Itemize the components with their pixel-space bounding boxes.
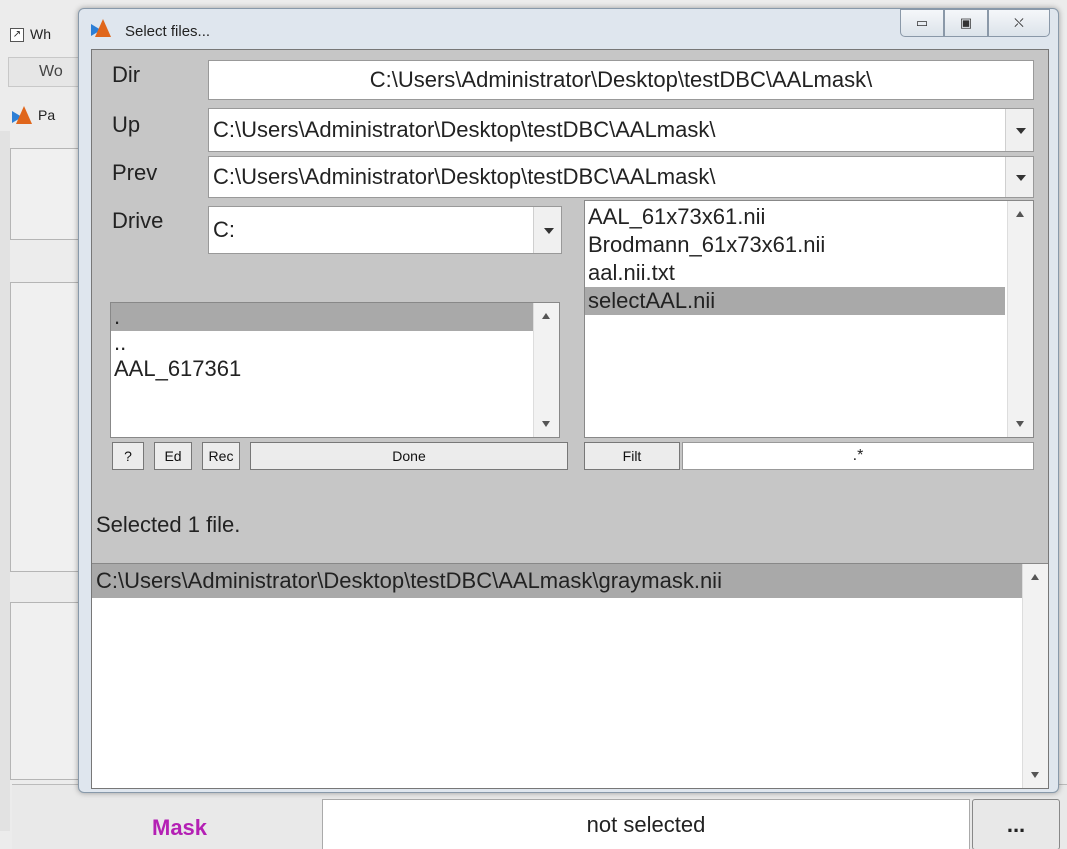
chevron-down-icon[interactable] — [533, 207, 561, 253]
up-dropdown[interactable]: C:\Users\Administrator\Desktop\testDBC\A… — [208, 108, 1034, 152]
mask-value-field[interactable]: not selected — [322, 799, 970, 849]
file-list-scrollbar[interactable] — [1007, 201, 1033, 437]
select-files-dialog: Select files... ▭ ▣ ⛌ Dir C:\Users\Admin… — [78, 8, 1059, 793]
maximize-button[interactable]: ▣ — [944, 9, 988, 37]
close-button[interactable]: ⛌ — [988, 9, 1050, 37]
list-item[interactable]: .. — [111, 331, 559, 355]
list-item[interactable]: C:\Users\Administrator\Desktop\testDBC\A… — [92, 564, 1022, 598]
list-item[interactable]: aal.nii.txt — [585, 259, 1033, 287]
dialog-titlebar[interactable]: Select files... ▭ ▣ ⛌ — [79, 9, 1058, 49]
list-item[interactable]: . — [111, 303, 533, 331]
file-list[interactable]: AAL_61x73x61.nii Brodmann_61x73x61.nii a… — [584, 200, 1034, 438]
drive-dropdown-value: C: — [213, 217, 235, 242]
mask-label: Mask — [152, 815, 208, 840]
directory-list-scrollbar[interactable] — [533, 303, 559, 437]
matlab-icon — [12, 106, 32, 126]
done-button[interactable]: Done — [250, 442, 568, 470]
chevron-down-icon[interactable] — [1005, 109, 1033, 151]
up-label: Up — [112, 112, 141, 137]
status-text: Selected 1 file. — [96, 512, 241, 537]
scroll-down-icon[interactable] — [1031, 772, 1039, 778]
prev-label: Prev — [112, 160, 158, 185]
scroll-up-icon[interactable] — [542, 313, 550, 319]
list-item[interactable]: selectAAL.nii — [585, 287, 1005, 315]
bg-panel-title-text: Pa — [38, 107, 56, 123]
dialog-client: Dir C:\Users\Administrator\Desktop\testD… — [91, 49, 1049, 789]
mask-row: Mask not selected ... — [12, 784, 1067, 849]
list-item[interactable]: AAL_61x73x61.nii — [585, 203, 1033, 231]
filter-input[interactable]: .* — [682, 442, 1034, 470]
list-item[interactable]: AAL_617361 — [111, 355, 559, 383]
window-buttons: ▭ ▣ ⛌ — [900, 9, 1050, 39]
scroll-down-icon[interactable] — [542, 421, 550, 427]
filter-button[interactable]: Filt — [584, 442, 680, 470]
chevron-down-icon[interactable] — [1005, 157, 1033, 197]
up-dropdown-value: C:\Users\Administrator\Desktop\testDBC\A… — [213, 117, 716, 142]
scroll-up-icon[interactable] — [1016, 211, 1024, 217]
prev-dropdown-value: C:\Users\Administrator\Desktop\testDBC\A… — [213, 164, 716, 189]
rec-button[interactable]: Rec — [202, 442, 240, 470]
minimize-button[interactable]: ▭ — [900, 9, 944, 37]
matlab-icon — [91, 19, 111, 39]
prev-dropdown[interactable]: C:\Users\Administrator\Desktop\testDBC\A… — [208, 156, 1034, 198]
selected-files-list[interactable]: C:\Users\Administrator\Desktop\testDBC\A… — [92, 563, 1048, 788]
restore-icon: ↗ — [10, 28, 24, 42]
mask-browse-button[interactable]: ... — [972, 799, 1060, 849]
edit-button[interactable]: Ed — [154, 442, 192, 470]
dir-label: Dir — [112, 62, 141, 87]
list-item[interactable]: Brodmann_61x73x61.nii — [585, 231, 1033, 259]
dialog-title: Select files... — [125, 23, 211, 40]
bg-panel-title: Pa — [0, 103, 90, 131]
drive-dropdown[interactable]: C: — [208, 206, 562, 254]
bg-left-strip — [0, 131, 10, 831]
directory-list[interactable]: . .. AAL_617361 — [110, 302, 560, 438]
scroll-up-icon[interactable] — [1031, 574, 1039, 580]
bg-title-text: Wh — [30, 26, 51, 42]
selected-files-scrollbar[interactable] — [1022, 564, 1048, 788]
bg-window-title: ↗ Wh — [0, 22, 90, 50]
help-button[interactable]: ? — [112, 442, 144, 470]
drive-label: Drive — [112, 208, 164, 233]
scroll-down-icon[interactable] — [1016, 421, 1024, 427]
dir-field[interactable]: C:\Users\Administrator\Desktop\testDBC\A… — [208, 60, 1034, 100]
